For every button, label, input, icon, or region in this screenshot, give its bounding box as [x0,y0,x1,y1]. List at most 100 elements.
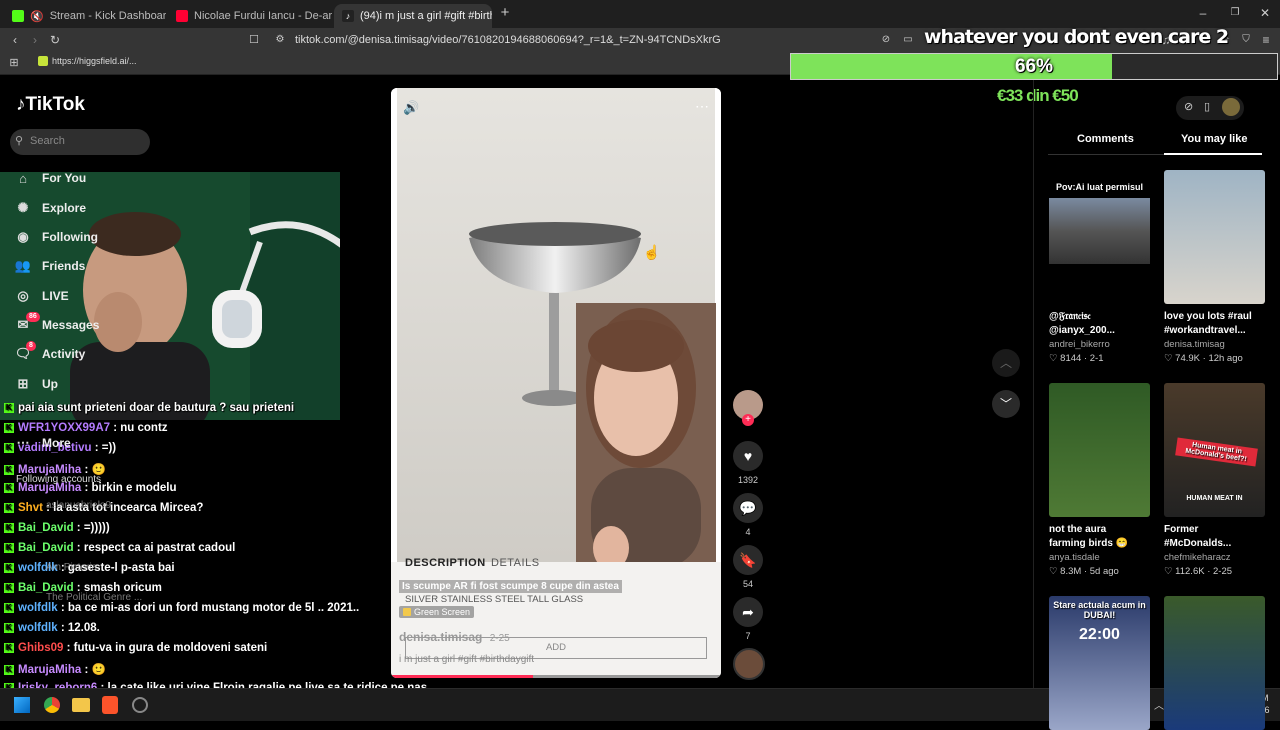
share-action[interactable]: ➦ 7 [733,597,763,641]
url-field[interactable]: tiktok.com/@denisa.timisag/video/7610820… [295,32,721,48]
close-window-icon[interactable]: ✕ [1258,6,1272,20]
share-icon[interactable]: ➦ [733,597,763,627]
video-thumbnail[interactable] [1049,383,1150,517]
tab-description[interactable]: DESCRIPTION [405,557,486,569]
recommended-video-card[interactable]: Stare actuala acum in DUBAI! 22:00 [1049,596,1150,730]
video-thumbnail[interactable] [1164,170,1265,304]
recommended-video-card[interactable]: Pov:Ai luat permisul @𝔉𝔯𝔞𝔫𝔠𝔦𝔰𝔠 @ianyx_200.… [1049,170,1150,364]
heart-icon[interactable]: ♥ [733,441,763,471]
back-icon[interactable]: ‹ [8,33,22,47]
bookmark-icon[interactable]: ☐ [248,33,260,47]
card-title[interactable]: not the aura [1049,523,1150,537]
screen-icon[interactable]: ▭ [902,33,914,47]
bookmark-save-icon[interactable]: 🔖 [733,545,763,575]
author-avatar[interactable]: + [733,390,763,426]
chat-username[interactable]: wolfdlk [18,602,58,614]
following-account[interactable]: aslanuabrielo9 [46,500,111,511]
file-explorer-icon[interactable] [72,698,90,712]
recommended-video-card[interactable]: Human meat in McDonald's beef?! HUMAN MEA… [1164,383,1265,577]
shield-icon[interactable]: ⛉ [1240,33,1252,47]
next-video-icon[interactable]: ﹀ [992,390,1020,418]
chat-username[interactable]: wolfdlk [18,622,58,634]
card-title[interactable]: @ianyx_200... [1049,324,1150,338]
following-account[interactable]: The Political Genre ... [46,592,142,603]
chat-separator: : [73,522,84,534]
sidebar-item-explore[interactable]: ✺ Explore [14,198,86,218]
card-title[interactable]: love you lots #raul [1164,310,1265,324]
card-username[interactable]: chefmikeharacz [1164,552,1265,563]
device-icon[interactable]: ▯ [1204,100,1210,113]
explore-small-icon[interactable]: ⊘ [1184,100,1193,113]
brave-icon[interactable] [102,696,118,714]
heart-outline-icon: ♡ [1049,353,1061,364]
bookmark-higgsfield[interactable]: https://higgsfield.ai/... [38,56,137,66]
like-action[interactable]: ♥ 1392 [733,441,763,485]
tab-youtube[interactable]: Nicolae Furdui Iancu - De-ar veni pri [168,4,332,28]
chat-username[interactable]: Bai_David [18,522,74,534]
tab-comments[interactable]: Comments [1077,133,1134,145]
windows-start-icon[interactable] [14,697,30,713]
video-thumbnail[interactable]: Human meat in McDonald's beef?! HUMAN MEA… [1164,383,1265,517]
volume-icon[interactable]: 🔊 [403,100,419,116]
sidebar-item-for-you[interactable]: ⌂ For You [14,168,86,188]
app-icon[interactable] [132,697,148,713]
tiktok-logo[interactable]: ♪TikTok [16,94,85,116]
card-title[interactable]: Former [1164,523,1265,537]
card-title[interactable]: @𝔉𝔯𝔞𝔫𝔠𝔦𝔰𝔠 [1049,310,1150,324]
card-title[interactable]: #McDonalds... [1164,537,1265,551]
profile-avatar[interactable] [1222,98,1240,116]
kick-badge-icon: K [4,464,14,475]
tab-kick-dashboard[interactable]: 🔇 Stream - Kick Dashboard [4,4,166,28]
video-player[interactable]: 🔊 ⋯ ☝ DESCRIPTION DETAILS Is scumpe AR f… [391,88,721,678]
chat-username[interactable]: MarujaMiha [18,664,81,676]
chat-username[interactable]: Ghibs09 [18,642,63,654]
card-username[interactable]: andrei_bikerro [1049,339,1150,350]
video-thumbnail[interactable] [1164,596,1265,730]
recommended-video-card[interactable]: not the aura farming birds 😁 anya.tisdale ♡… [1049,383,1150,577]
apps-icon[interactable]: ⊞ [8,56,20,70]
follow-plus-icon[interactable]: + [742,414,754,426]
following-account[interactable]: Am Pictoria [46,562,97,573]
maximize-icon[interactable]: ❐ [1228,6,1242,20]
sidebar-item-messages[interactable]: ✉ 86 Messages [14,312,99,335]
card-title[interactable]: farming birds 😁 [1049,537,1150,551]
sidebar-item-following[interactable]: ◉ Following [14,227,98,247]
chat-username[interactable]: Shvt [18,502,43,514]
menu-icon[interactable]: ≡ [1260,33,1272,47]
tray-chevron-icon[interactable]: ︿ [1154,697,1164,712]
tab-tiktok[interactable]: ♪ (94)i m just a girl #gift #birthd ✕ [334,4,492,28]
sidebar-item-activity[interactable]: 🗨 8 Activity [14,341,85,364]
tab-you-may-like[interactable]: You may like [1181,133,1247,145]
goal-percent: 66% [1014,56,1054,77]
recommended-video-card[interactable] [1164,596,1265,730]
card-title[interactable]: #workandtravel... [1164,324,1265,338]
card-username[interactable]: denisa.timisag [1164,339,1265,350]
comment-action[interactable]: 💬 4 [733,493,763,537]
more-options-icon[interactable]: ⋯ [695,98,709,115]
search-placeholder: Search [30,135,65,147]
music-disc[interactable] [733,648,765,680]
forward-icon[interactable]: › [28,33,42,47]
tab-details[interactable]: DETAILS [491,557,540,569]
site-info-icon[interactable]: ⚙ [274,33,286,47]
recommended-video-card[interactable]: love you lots #raul #workandtravel... deni… [1164,170,1265,364]
sidebar-item-live[interactable]: ◎ LIVE [14,286,68,306]
search-input[interactable]: ⚲ Search [10,129,150,155]
new-tab-icon[interactable]: + [498,5,512,20]
video-thumbnail[interactable]: Stare actuala acum in DUBAI! 22:00 [1049,596,1150,730]
sidebar-item-up[interactable]: ⊞ Up [14,374,58,394]
chat-username[interactable]: Bai_David [18,542,74,554]
previous-video-icon[interactable]: ︿ [992,349,1020,377]
card-username[interactable]: anya.tisdale [1049,552,1150,563]
cast-icon[interactable]: ⊘ [880,33,892,47]
sidebar-item-more[interactable]: ⋯ More [14,433,71,453]
chrome-icon[interactable] [44,697,60,713]
minimize-icon[interactable]: – [1196,6,1210,20]
reload-icon[interactable]: ↻ [48,33,62,47]
sidebar-item-friends[interactable]: 👥 Friends [14,256,85,276]
video-progress-track[interactable] [391,675,721,678]
save-action[interactable]: 🔖 54 [733,545,763,589]
video-thumbnail[interactable]: Pov:Ai luat permisul [1049,170,1150,304]
green-screen-tag[interactable]: Green Screen [399,606,475,618]
comment-icon[interactable]: 💬 [733,493,763,523]
